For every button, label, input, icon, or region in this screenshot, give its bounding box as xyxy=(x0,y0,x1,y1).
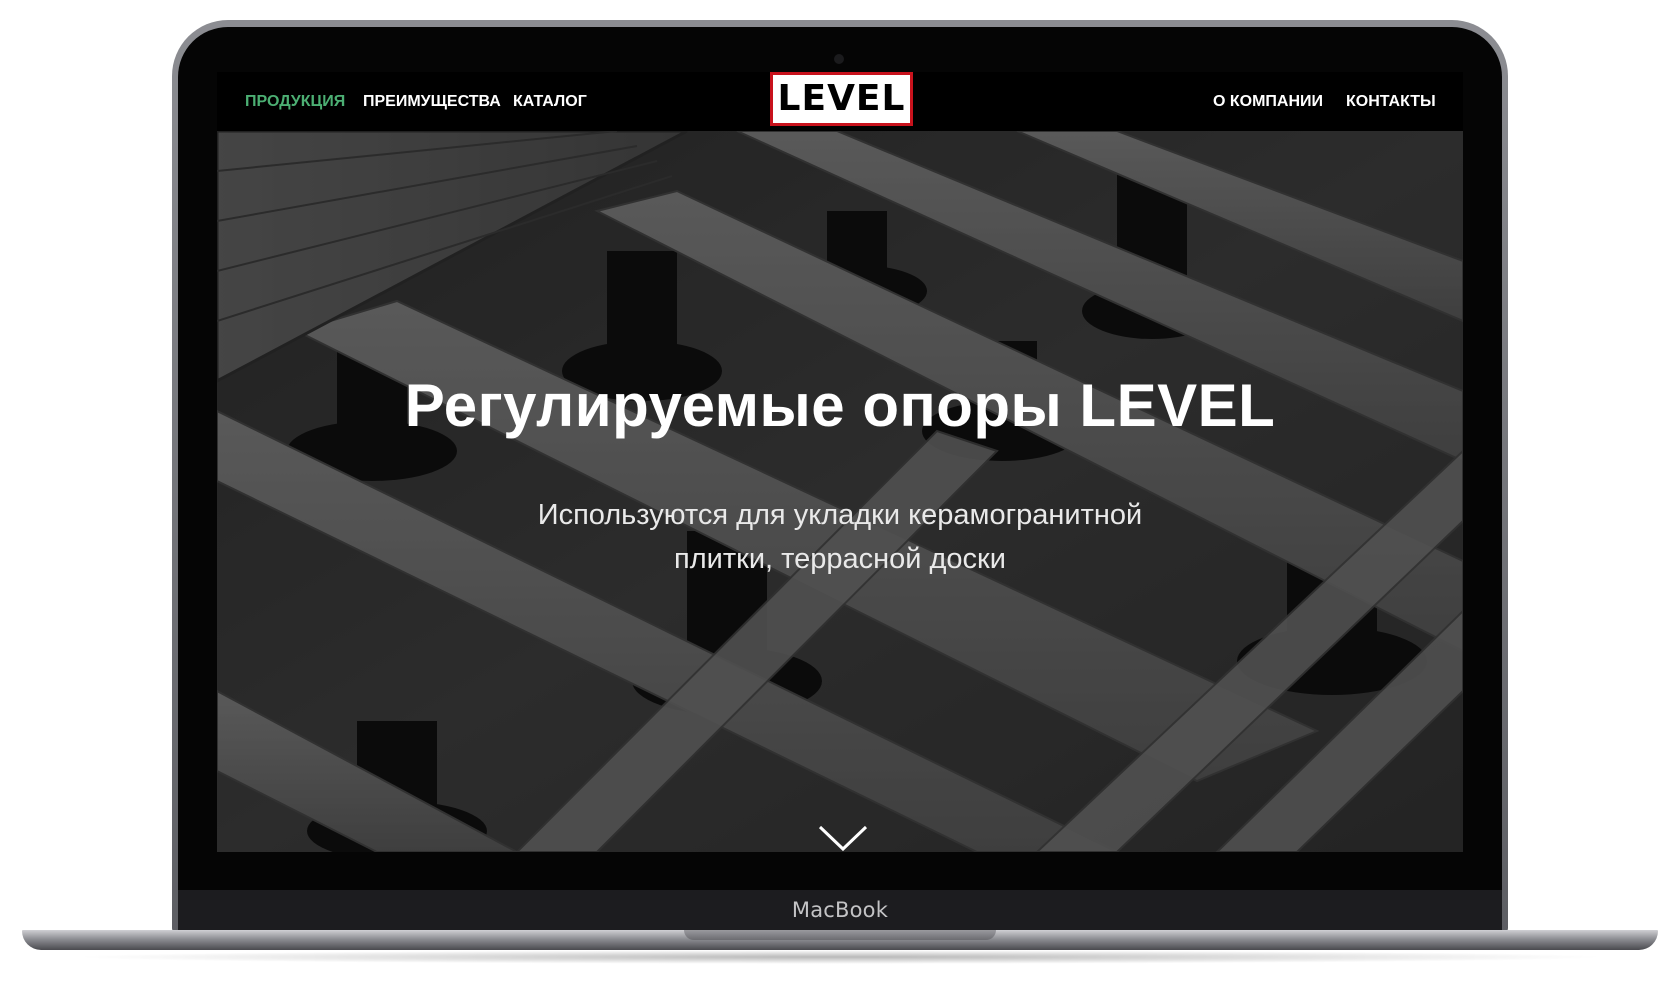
camera-icon xyxy=(834,54,844,64)
website-screen: ПРОДУКЦИЯ ПРЕИМУЩЕСТВА КАТАЛОГ LEVEL О К… xyxy=(217,72,1463,852)
nav-link-advantages[interactable]: ПРЕИМУЩЕСТВА xyxy=(363,93,501,111)
laptop-shadow xyxy=(70,950,1610,964)
hero-title: Регулируемые опоры LEVEL xyxy=(404,372,1276,439)
device-brand-label: MacBook xyxy=(791,898,889,922)
nav-link-products[interactable]: ПРОДУКЦИЯ xyxy=(245,93,345,111)
logo-text: LEVEL xyxy=(777,78,906,119)
hero-dark-overlay xyxy=(217,131,1463,852)
nav-link-about[interactable]: О КОМПАНИИ xyxy=(1213,93,1323,111)
nav-link-catalog[interactable]: КАТАЛОГ xyxy=(513,93,587,111)
hero-section: Регулируемые опоры LEVEL Используются дл… xyxy=(217,131,1463,852)
nav-link-contacts[interactable]: КОНТАКТЫ xyxy=(1346,93,1436,111)
hero-subtitle: Используются для укладки керамогранитной… xyxy=(537,499,1143,575)
logo[interactable]: LEVEL xyxy=(770,72,913,126)
laptop-notch xyxy=(684,930,996,940)
chevron-down-icon xyxy=(818,825,868,852)
navbar: ПРОДУКЦИЯ ПРЕИМУЩЕСТВА КАТАЛОГ LEVEL О К… xyxy=(217,72,1463,131)
scroll-down-button[interactable] xyxy=(818,823,868,852)
